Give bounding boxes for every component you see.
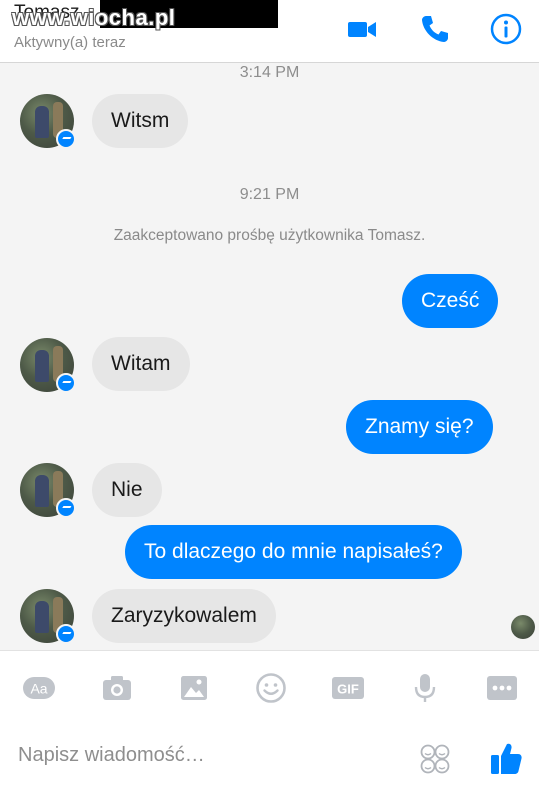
camera-icon[interactable]: [100, 671, 134, 705]
text-format-icon[interactable]: Aa: [22, 671, 56, 705]
message-incoming[interactable]: Nie: [92, 463, 162, 517]
avatar[interactable]: [20, 94, 76, 149]
text-format-label: Aa: [30, 681, 47, 697]
emoji-icon[interactable]: [254, 671, 288, 705]
read-receipt-avatar: [511, 615, 535, 639]
timestamp: 9:21 PM: [239, 186, 300, 203]
messenger-badge-icon: [56, 624, 76, 644]
gallery-icon[interactable]: [177, 671, 211, 705]
avatar[interactable]: [20, 589, 76, 644]
message-composer: [0, 725, 539, 785]
avatar[interactable]: [20, 463, 76, 518]
composer-toolbar: Aa GIF: [0, 650, 539, 726]
message-outgoing[interactable]: Znamy się?: [346, 400, 493, 454]
message-incoming[interactable]: Zaryzykowalem: [92, 589, 276, 643]
phone-call-icon[interactable]: [418, 12, 452, 46]
messenger-badge-icon: [56, 373, 76, 393]
message-input[interactable]: [18, 737, 398, 773]
gif-label: GIF: [337, 682, 359, 697]
like-thumb-icon[interactable]: [488, 739, 524, 777]
more-icon[interactable]: [485, 671, 519, 705]
gif-icon[interactable]: GIF: [331, 671, 365, 705]
message-incoming[interactable]: Witsm: [92, 94, 189, 148]
avatar[interactable]: [20, 338, 76, 393]
sticker-icon[interactable]: [418, 742, 452, 776]
info-icon[interactable]: [489, 12, 523, 46]
video-call-icon[interactable]: [345, 12, 379, 46]
watermark: www.wiocha.pl: [12, 5, 176, 30]
contact-status: Aktywny(a) teraz: [14, 34, 126, 51]
message-outgoing[interactable]: To dlaczego do mnie napisałeś?: [125, 525, 462, 579]
messenger-badge-icon: [56, 498, 76, 518]
message-incoming[interactable]: Witam: [92, 337, 190, 391]
microphone-icon[interactable]: [408, 671, 442, 705]
message-outgoing[interactable]: Cześć: [402, 274, 499, 328]
timestamp: 3:14 PM: [239, 64, 300, 81]
messenger-badge-icon: [56, 129, 76, 149]
system-message: Zaakceptowano prośbę użytkownika Tomasz.: [113, 227, 426, 244]
conversation-header: Tomasz www.wiocha.pl Aktywny(a) teraz: [0, 0, 539, 63]
